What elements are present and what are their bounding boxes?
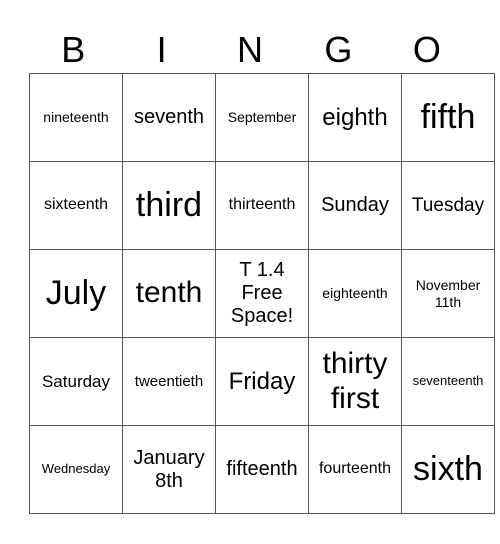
- bingo-cell[interactable]: Sunday: [308, 161, 402, 250]
- bingo-cell[interactable]: Wednesday: [29, 425, 123, 514]
- header-letter-g: G: [324, 29, 353, 70]
- bingo-row: Saturday tweentieth Friday thirty first …: [29, 337, 495, 426]
- bingo-cell[interactable]: fourteenth: [308, 425, 402, 514]
- bingo-row: sixteenth third thirteenth Sunday Tuesda…: [29, 161, 495, 250]
- bingo-row: July tenth T 1.4 Free Space! eighteenth …: [29, 249, 495, 338]
- bingo-cell[interactable]: seventh: [122, 73, 216, 162]
- bingo-cell[interactable]: Tuesday: [401, 161, 495, 250]
- bingo-cell[interactable]: November 11th: [401, 249, 495, 338]
- bingo-header: B I N G O: [29, 28, 471, 72]
- header-letter-o: O: [412, 29, 441, 70]
- bingo-cell[interactable]: July: [29, 249, 123, 338]
- bingo-cell[interactable]: January 8th: [122, 425, 216, 514]
- bingo-cell[interactable]: eighteenth: [308, 249, 402, 338]
- bingo-cell[interactable]: nineteenth: [29, 73, 123, 162]
- bingo-cell[interactable]: Saturday: [29, 337, 123, 426]
- bingo-cell[interactable]: thirty first: [308, 337, 402, 426]
- header-letter-n: N: [237, 29, 264, 70]
- bingo-cell[interactable]: tenth: [122, 249, 216, 338]
- bingo-row: Wednesday January 8th fifteenth fourteen…: [29, 425, 495, 514]
- bingo-cell[interactable]: thirteenth: [215, 161, 309, 250]
- bingo-cell[interactable]: seventeenth: [401, 337, 495, 426]
- header-letter-i: I: [156, 29, 167, 70]
- bingo-cell[interactable]: sixteenth: [29, 161, 123, 250]
- bingo-cell[interactable]: sixth: [401, 425, 495, 514]
- bingo-cell[interactable]: eighth: [308, 73, 402, 162]
- bingo-cell[interactable]: September: [215, 73, 309, 162]
- bingo-card: nineteenth seventh September eighth fift…: [29, 73, 495, 514]
- bingo-cell[interactable]: third: [122, 161, 216, 250]
- bingo-cell[interactable]: fifteenth: [215, 425, 309, 514]
- bingo-row: nineteenth seventh September eighth fift…: [29, 73, 495, 162]
- bingo-cell[interactable]: Friday: [215, 337, 309, 426]
- free-space-cell[interactable]: T 1.4 Free Space!: [215, 249, 309, 338]
- bingo-cell[interactable]: fifth: [401, 73, 495, 162]
- header-letter-b: B: [61, 29, 86, 70]
- bingo-cell[interactable]: tweentieth: [122, 337, 216, 426]
